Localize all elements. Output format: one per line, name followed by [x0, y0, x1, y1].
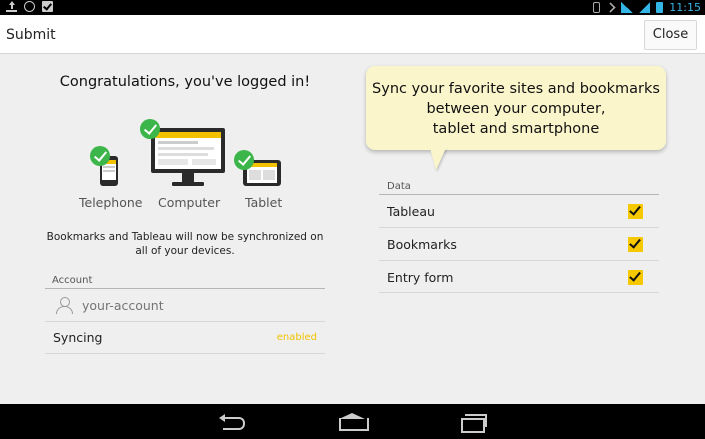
tableau-checkbox[interactable]	[628, 203, 643, 219]
divider	[45, 353, 325, 354]
signal-icon	[639, 2, 651, 13]
page-title: Submit	[6, 27, 56, 43]
device-label-tablet: Tablet	[245, 195, 283, 210]
monitor-icon	[151, 128, 225, 186]
data-item-tableau[interactable]: Tableau	[379, 195, 659, 227]
account-field[interactable]	[45, 289, 325, 321]
navigation-bar	[0, 404, 705, 439]
action-bar: Submit Close	[0, 15, 705, 54]
data-item-bookmarks[interactable]: Bookmarks	[379, 228, 659, 260]
account-section-header: Account	[52, 275, 93, 286]
sync-description: Bookmarks and Tableau will now be synchr…	[46, 231, 324, 257]
device-label-telephone: Telephone	[79, 195, 143, 210]
congrats-heading: Congratulations, you've logged in!	[59, 74, 311, 90]
tablet-check-icon	[234, 150, 254, 170]
monitor-check-icon	[140, 119, 160, 139]
data-item-label: Bookmarks	[387, 236, 457, 252]
phone-check-icon	[90, 146, 110, 166]
close-button[interactable]: Close	[644, 20, 697, 50]
tooltip-tail	[430, 148, 446, 170]
sync-tooltip: Sync your favorite sites and bookmarks b…	[366, 66, 666, 150]
battery-icon	[656, 2, 664, 13]
tooltip-text: Sync your favorite sites and bookmarks b…	[372, 81, 660, 137]
account-input[interactable]	[82, 297, 302, 313]
home-icon[interactable]	[338, 413, 369, 431]
upload-icon	[6, 1, 17, 12]
data-item-entry-form[interactable]: Entry form	[379, 261, 659, 293]
avatar-icon	[55, 296, 73, 314]
device-label-computer: Computer	[158, 195, 221, 210]
device-illustration: Telephone Computer Tablet	[0, 115, 380, 210]
check-square-icon	[42, 1, 53, 12]
notifications-off-icon	[605, 2, 616, 13]
data-section-header: Data	[387, 181, 411, 192]
data-item-label: Tableau	[387, 203, 435, 219]
bookmarks-checkbox[interactable]	[628, 236, 643, 252]
status-time: 11:15	[669, 1, 701, 14]
status-bar: 11:15	[0, 0, 705, 15]
entry-form-checkbox[interactable]	[628, 269, 643, 285]
syncing-label: Syncing	[53, 330, 103, 345]
back-icon[interactable]	[219, 413, 247, 431]
wifi-icon	[621, 2, 634, 13]
data-item-label: Entry form	[387, 269, 454, 285]
circle-icon	[24, 1, 35, 12]
vibrate-icon	[593, 2, 601, 13]
recent-apps-icon[interactable]	[459, 413, 487, 433]
divider	[379, 292, 659, 293]
syncing-status: enabled	[276, 332, 317, 343]
syncing-row[interactable]: Syncing enabled	[45, 322, 325, 353]
